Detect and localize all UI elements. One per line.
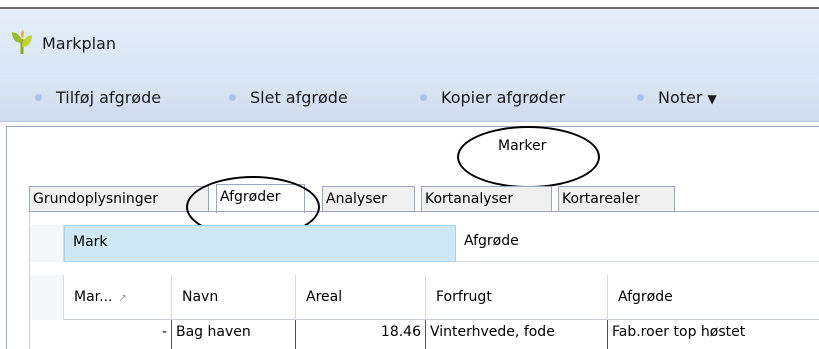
plant-icon: [12, 30, 32, 54]
column-header-mark[interactable]: Mar... ↗: [64, 275, 172, 320]
tab-analyser[interactable]: Analyser: [322, 186, 415, 212]
row-indicator: [30, 275, 64, 320]
band-mark[interactable]: Mark: [64, 225, 456, 262]
cell-mark[interactable]: -: [64, 320, 172, 349]
band-header-row: Mark Afgrøde: [30, 225, 819, 262]
caret-down-icon: ▼: [707, 92, 717, 106]
title-bar: Markplan: [0, 9, 819, 75]
copy-crops-button[interactable]: Kopier afgrøder: [441, 88, 565, 107]
column-header-row: Mar... ↗ Navn Areal Forfrugt Afgrøde: [30, 275, 819, 320]
notes-label: Noter: [658, 88, 703, 107]
tab-afgroder[interactable]: Afgrøder: [216, 184, 305, 213]
window-title: Markplan: [42, 34, 116, 53]
notes-menu[interactable]: Noter ▼: [658, 88, 717, 107]
band-afgrode[interactable]: Afgrøde: [456, 225, 819, 262]
add-crop-button[interactable]: Tilføj afgrøde: [56, 88, 161, 107]
column-header-navn[interactable]: Navn: [172, 275, 296, 320]
bullet-icon: [637, 94, 644, 101]
tab-kortanalyser[interactable]: Kortanalyser: [421, 186, 552, 212]
cell-forfrugt[interactable]: Vinterhvede, fode: [426, 320, 608, 349]
tab-grundoplysninger[interactable]: Grundoplysninger: [29, 186, 209, 212]
cell-areal[interactable]: 18.46: [296, 320, 426, 349]
cell-navn[interactable]: Bag haven: [172, 320, 296, 349]
column-header-afgrode[interactable]: Afgrøde: [608, 275, 819, 320]
window-top-border: [0, 0, 819, 9]
bullet-icon: [420, 94, 427, 101]
delete-crop-button[interactable]: Slet afgrøde: [250, 88, 348, 107]
crop-grid: Mark Afgrøde Mar... ↗ Navn Areal Forfrugt…: [29, 212, 819, 349]
column-header-forfrugt[interactable]: Forfrugt: [426, 275, 608, 320]
row-indicator: [30, 225, 64, 262]
column-header-areal[interactable]: Areal: [296, 275, 426, 320]
table-row[interactable]: - Bag haven 18.46 Vinterhvede, fode Fab.…: [30, 320, 819, 349]
cell-afgrode[interactable]: Fab.roer top høstet: [608, 320, 819, 349]
bullet-icon: [229, 94, 236, 101]
section-heading: Marker: [498, 138, 547, 154]
toolbar: Tilføj afgrøde Slet afgrøde Kopier afgrø…: [0, 75, 819, 122]
bullet-icon: [35, 94, 42, 101]
column-label: Mar...: [74, 289, 113, 305]
tab-kortarealer[interactable]: Kortarealer: [558, 186, 675, 212]
sort-ascending-icon: ↗: [118, 293, 127, 304]
